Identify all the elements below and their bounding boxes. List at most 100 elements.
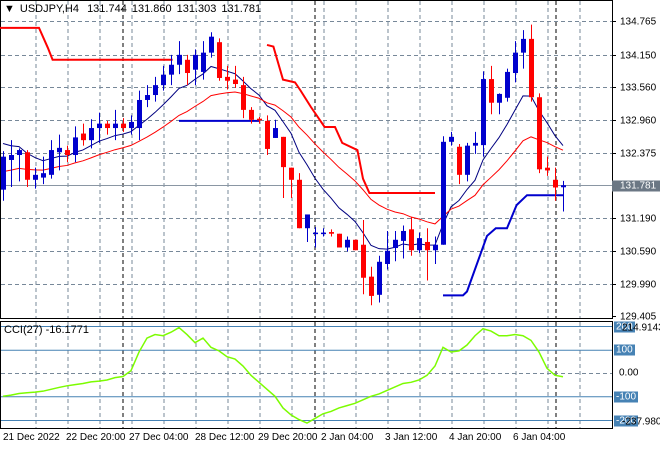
cci-level-minus-100: -100 [614,391,639,403]
bull-candle [521,38,526,53]
bull-candle [377,261,382,295]
bear-candle [369,276,374,296]
bear-candle [457,146,462,175]
price-axis-label: 129.990 [620,279,657,290]
bull-candle [417,238,422,251]
bear-candle [353,239,358,251]
bull-candle [137,99,142,129]
bear-candle [425,241,430,251]
bear-candle [529,38,534,98]
main-panel [0,0,613,319]
bear-candle [65,150,70,156]
price-chart[interactable] [0,0,660,450]
cci-value: -16.1771 [45,324,90,336]
bear-candle [281,136,286,168]
bull-candle [193,54,198,70]
bear-candle [537,97,542,170]
bear-candle [489,79,494,103]
bull-candle [73,137,78,156]
close-value: 131.781 [221,3,262,15]
bear-candle [265,120,270,149]
collapse-triangle-icon[interactable]: ▼ [4,3,15,15]
bear-candle [233,79,238,85]
bear-candle [409,229,414,251]
bull-candle [153,85,158,96]
price-axis-label: 130.590 [620,246,657,257]
cci-label: CCI(27) [4,324,43,336]
price-axis-label: 132.375 [620,148,657,159]
bear-candle [217,42,222,78]
bull-candle [129,121,134,129]
price-axis-label: 131.190 [620,213,657,224]
bull-candle [321,232,326,235]
high-value: 131.860 [131,3,172,15]
bear-candle [105,123,110,129]
current-price-label: 131.781 [612,180,660,191]
bull-candle [49,150,54,175]
bull-candle [57,147,62,153]
bull-candle [169,64,174,75]
bull-candle [145,95,150,100]
bear-candle [249,109,254,120]
cci-header: CCI(27) -16.1771 [4,324,89,336]
bull-candle [97,123,102,129]
bull-candle [505,71,510,98]
bear-candle [185,59,190,74]
bear-candle [121,123,126,129]
bull-candle [273,128,278,138]
bull-candle [201,52,206,72]
bull-candle [33,174,38,180]
open-value: 131.744 [87,3,127,15]
price-axis-label: 132.960 [620,115,657,126]
time-label: 28 Dec 12:00 [195,432,255,443]
price-axis-label: 134.765 [620,16,657,27]
bear-candle [257,118,262,121]
time-label: 27 Dec 04:00 [129,432,189,443]
cci-min-label: -237.9803 [622,416,660,428]
cci-level-100: 100 [614,344,635,356]
bull-candle [41,173,46,178]
bull-candle [209,36,214,53]
time-label: 4 Jan 20:00 [449,432,502,443]
bull-candle [177,54,182,65]
symbol-label: USDJPY,H4 [19,3,79,15]
bull-candle [345,239,350,248]
bull-candle [17,150,22,156]
price-axis-label: 134.150 [620,50,657,61]
cci-max-label: 214.9143 [622,322,660,334]
bull-candle [449,136,454,142]
bear-candle [337,233,342,248]
bull-candle [481,79,486,146]
time-label: 2 Jan 04:00 [321,432,374,443]
bear-candle [297,179,302,229]
bull-candle [161,74,166,86]
bear-candle [289,167,294,180]
bear-candle [553,179,558,188]
bear-candle [329,232,334,234]
time-label: 6 Jan 04:00 [513,432,566,443]
bull-candle [385,250,390,264]
cci-zero-label: 0.00 [619,367,639,379]
time-label: 22 Dec 20:00 [66,432,126,443]
bull-candle [1,156,6,190]
time-label: 21 Dec 2022 [3,432,60,443]
low-value: 131.303 [176,3,217,15]
chart-window[interactable]: ▼ USDJPY,H4 131.744 131.860 131.303 131.781 … [0,0,660,450]
bull-candle [473,142,478,146]
time-label: 3 Jan 12:00 [385,432,438,443]
bull-candle [89,128,94,141]
bull-candle [113,123,118,129]
bull-candle [9,155,14,160]
bear-candle [25,152,30,180]
bull-candle [465,145,470,175]
bull-candle [497,93,502,103]
bull-candle [401,230,406,241]
cci-panel [0,321,613,429]
bull-candle [561,185,566,188]
bull-candle [513,52,518,74]
bear-candle [241,85,246,110]
bull-candle [393,239,398,249]
bear-candle [225,76,230,81]
bear-candle [81,133,86,141]
bull-candle [441,141,446,245]
